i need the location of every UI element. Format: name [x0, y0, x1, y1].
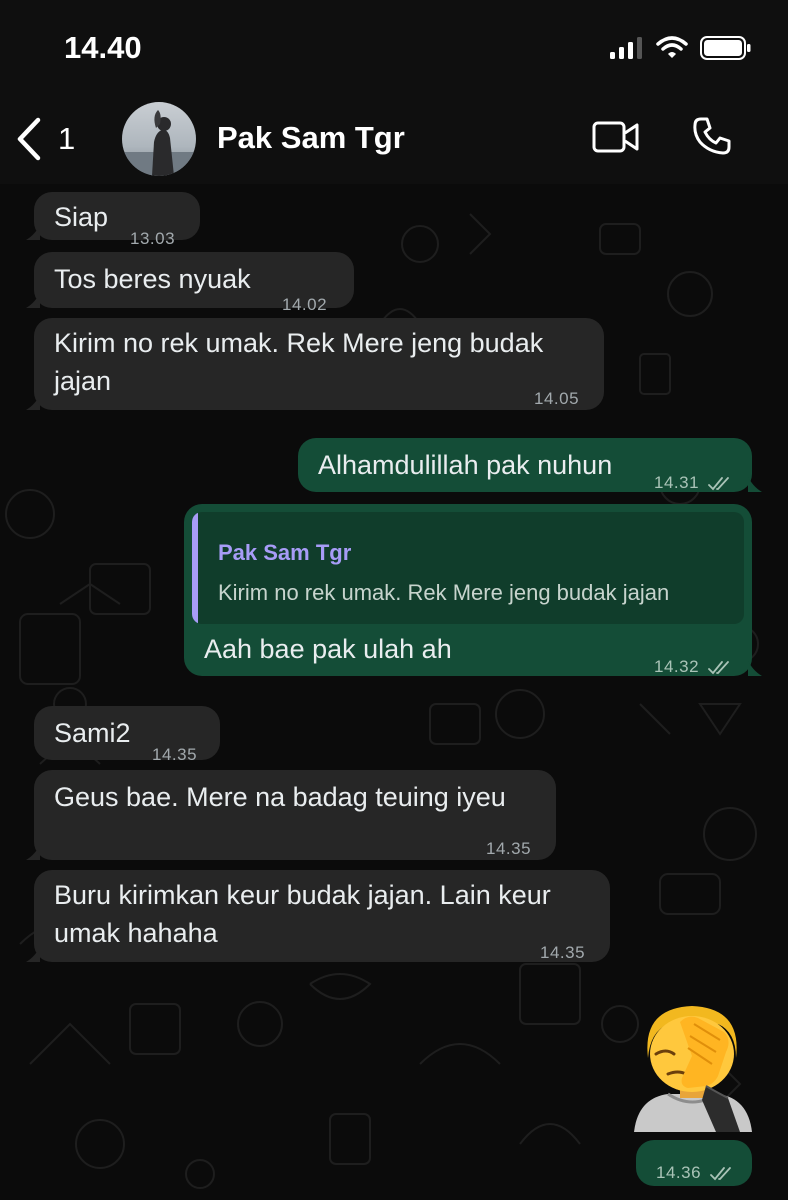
- incoming-message[interactable]: Siap 13.03: [26, 192, 200, 248]
- message-time: 14.36: [656, 1154, 734, 1192]
- chat-header: 1 Pak Sam Tgr: [0, 100, 788, 184]
- message-time-text: 14.36: [656, 1163, 702, 1182]
- quoted-message[interactable]: Pak Sam Tgr Kirim no rek umak. Rek Mere …: [192, 512, 744, 624]
- contact-name[interactable]: Pak Sam Tgr: [217, 120, 405, 156]
- outgoing-message-with-reply[interactable]: Pak Sam Tgr Kirim no rek umak. Rek Mere …: [184, 504, 762, 676]
- status-time: 14.40: [64, 30, 142, 65]
- message-text-line2: jajan: [54, 366, 112, 396]
- message-time: 14.35: [486, 839, 532, 858]
- emoji-time-bubble[interactable]: 14.36: [636, 1140, 752, 1186]
- message-text: Sami2: [54, 718, 131, 748]
- message-text: Geus bae. Mere na badag teuing iyeu: [54, 782, 506, 812]
- message-text: Aah bae pak ulah ah: [204, 634, 452, 664]
- emoji-message[interactable]: [628, 1002, 756, 1137]
- bubble-tail: [748, 476, 762, 492]
- message-text-line2: umak hahaha: [54, 918, 218, 948]
- double-check-icon: [708, 660, 730, 674]
- incoming-message[interactable]: Buru kirimkan keur budak jajan. Lain keu…: [26, 870, 610, 962]
- incoming-message[interactable]: Tos beres nyuak 14.02: [26, 252, 354, 314]
- message-time: 14.35: [152, 745, 198, 764]
- bubble-tail: [26, 844, 40, 860]
- message-time: 14.35: [540, 943, 586, 962]
- bubble-tail: [26, 224, 40, 240]
- phone-call-icon[interactable]: [692, 116, 732, 156]
- incoming-message[interactable]: Kirim no rek umak. Rek Mere jeng budak j…: [26, 318, 604, 410]
- quote-accent-bar: [192, 512, 198, 624]
- signal-icon: [610, 37, 642, 59]
- avatar[interactable]: [122, 102, 196, 176]
- message-text-line1: Kirim no rek umak. Rek Mere jeng budak: [54, 328, 544, 358]
- quoted-sender-name: Pak Sam Tgr: [218, 540, 352, 565]
- bubble-tail: [26, 394, 40, 410]
- message-time-text: 14.32: [654, 657, 700, 676]
- message-text: Alhamdulillah pak nuhun: [318, 450, 613, 480]
- bubble-tail: [26, 946, 40, 962]
- bubble-tail: [26, 292, 40, 308]
- double-check-icon: [710, 1166, 732, 1180]
- message-time-text: 14.31: [654, 473, 700, 492]
- incoming-message[interactable]: Geus bae. Mere na badag teuing iyeu 14.3…: [26, 770, 556, 860]
- double-check-icon: [708, 476, 730, 490]
- message-time: 14.05: [534, 389, 580, 408]
- avatar-photo: [122, 102, 196, 176]
- message-text-line1: Buru kirimkan keur budak jajan. Lain keu…: [54, 880, 551, 910]
- incoming-message[interactable]: Sami2 14.35: [34, 706, 220, 764]
- battery-icon: [700, 36, 751, 60]
- person-facepalming-emoji: [634, 1006, 752, 1132]
- back-unread-count: 1: [58, 121, 76, 156]
- message-text: Tos beres nyuak: [54, 264, 251, 294]
- message-text: Siap: [54, 202, 109, 232]
- message-time: 14.31: [654, 464, 732, 502]
- status-bar: 14.40: [0, 0, 788, 100]
- quoted-message-text: Kirim no rek umak. Rek Mere jeng budak j…: [218, 580, 670, 605]
- outgoing-message[interactable]: Alhamdulillah pak nuhun 14.31: [298, 438, 762, 492]
- chat-area[interactable]: Siap 13.03 Tos beres nyuak 14.02 Kirim n…: [0, 184, 788, 1200]
- wifi-icon: [656, 36, 688, 58]
- bubble-tail: [748, 660, 762, 676]
- back-button[interactable]: 1: [14, 116, 75, 162]
- back-chevron-icon: [17, 117, 41, 161]
- video-call-icon[interactable]: [592, 120, 640, 154]
- status-icons: [610, 36, 752, 60]
- message-time: 14.32: [654, 648, 732, 686]
